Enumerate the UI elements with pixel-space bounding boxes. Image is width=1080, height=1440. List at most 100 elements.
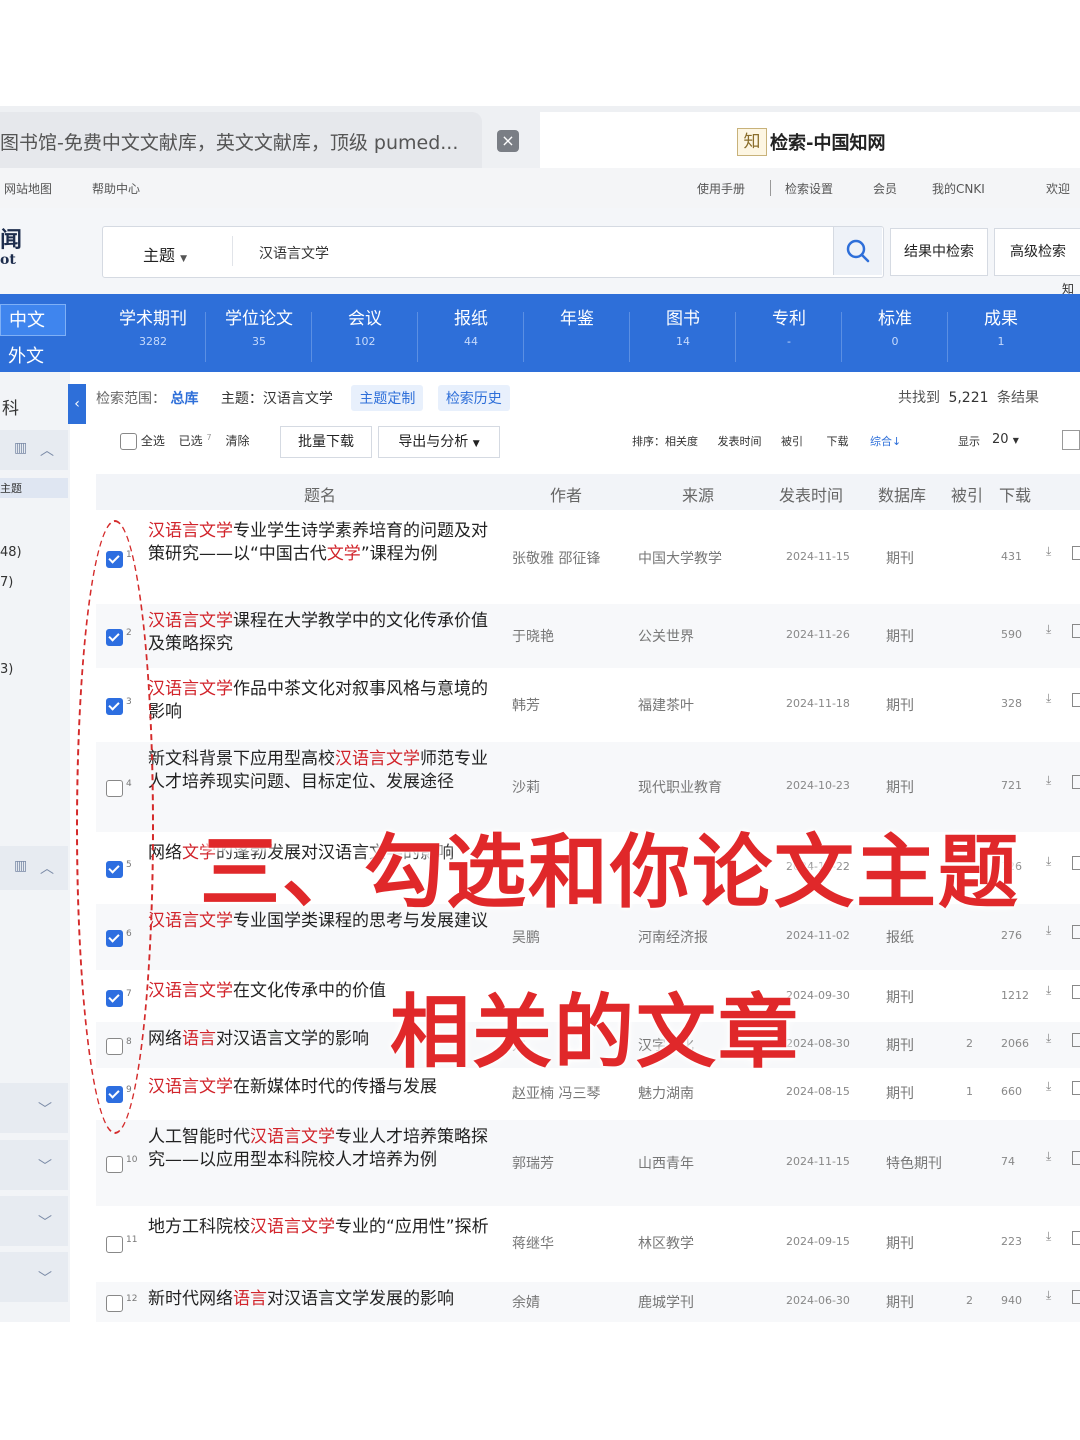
my-cnki-link[interactable]: 我的CNKI bbox=[932, 180, 985, 197]
sidebar-collapse-button[interactable]: ‹ bbox=[68, 384, 86, 424]
table-row[interactable]: 10 人工智能时代汉语言文学专业人才培养策略探究——以应用型本科院校人才培养为例郭… bbox=[96, 1120, 1080, 1206]
help-center-link[interactable]: 帮助中心 bbox=[92, 180, 140, 197]
author-cell[interactable]: 赵亚楠 冯三琴 bbox=[512, 1083, 600, 1103]
sitemap-link[interactable]: 网站地图 bbox=[4, 180, 52, 197]
sort-cited[interactable]: 被引 bbox=[781, 435, 803, 448]
author-cell[interactable]: 张敬雅 邵征锋 bbox=[512, 548, 600, 568]
author-cell[interactable]: 蒋继华 bbox=[512, 1233, 554, 1253]
clear-button[interactable]: 清除 bbox=[225, 434, 249, 448]
sidebar-collapsed-section[interactable]: ﹀ bbox=[0, 1083, 68, 1133]
download-icon[interactable]: ⤓ bbox=[1046, 544, 1058, 558]
sort-combined[interactable]: 综合 bbox=[870, 435, 892, 448]
search-input[interactable]: 汉语言文学 bbox=[259, 243, 329, 263]
nav-theses[interactable]: 学位论文 35 bbox=[209, 304, 309, 348]
batch-download-button[interactable]: 批量下载 bbox=[280, 426, 372, 458]
nav-yearbooks[interactable]: 年鉴 bbox=[527, 304, 627, 335]
read-online-icon[interactable] bbox=[1072, 856, 1080, 870]
sidebar-collapsed-section[interactable]: ﹀ bbox=[0, 1140, 68, 1190]
export-analyze-button[interactable]: 导出与分析 ▼ bbox=[378, 426, 500, 458]
sidebar-collapsed-section[interactable]: ﹀ bbox=[0, 1252, 68, 1302]
table-row[interactable]: 2 汉语言文学课程在大学教学中的文化传承价值及策略探究 于晓艳 公关世界 2024-11… bbox=[96, 604, 1080, 668]
search-in-results-button[interactable]: 结果中检索 bbox=[890, 228, 988, 276]
source-cell[interactable]: 公关世界 bbox=[638, 626, 694, 646]
source-cell[interactable]: 魅力湖南 bbox=[638, 1083, 694, 1103]
checkbox[interactable] bbox=[106, 1295, 123, 1312]
row-checkbox[interactable] bbox=[106, 1234, 123, 1253]
row-checkbox[interactable] bbox=[106, 1293, 123, 1312]
read-online-icon[interactable] bbox=[1072, 693, 1080, 707]
checkbox[interactable] bbox=[106, 1236, 123, 1253]
col-downloads[interactable]: 下载 bbox=[999, 482, 1031, 506]
article-title-link[interactable]: 汉语言文学专业学生诗学素养培育的问题及对策研究——以“中国古代文学”课程为例 bbox=[148, 520, 500, 566]
article-title-link[interactable]: 地方工科院校汉语言文学专业的“应用性”探析 bbox=[148, 1216, 500, 1239]
download-icon[interactable]: ⤓ bbox=[1046, 923, 1058, 937]
read-online-icon[interactable] bbox=[1072, 1231, 1080, 1245]
download-icon[interactable]: ⤓ bbox=[1046, 1031, 1058, 1045]
sort-download[interactable]: 下载 bbox=[827, 435, 849, 448]
nav-newspapers[interactable]: 报纸 44 bbox=[421, 304, 521, 348]
read-online-icon[interactable] bbox=[1072, 1290, 1080, 1304]
author-cell[interactable]: 郭瑞芳 bbox=[512, 1153, 554, 1173]
author-cell[interactable]: 吴鹏 bbox=[512, 927, 540, 947]
sidebar-collapsed-section[interactable]: ﹀ bbox=[0, 1196, 68, 1246]
sidebar-section-header[interactable]: ▥ ︿ bbox=[0, 430, 68, 470]
article-title-link[interactable]: 汉语言文学作品中茶文化对叙事风格与意境的影响 bbox=[148, 678, 500, 724]
row-checkbox[interactable] bbox=[106, 1154, 123, 1173]
source-cell[interactable]: 鹿城学刊 bbox=[638, 1292, 694, 1312]
lang-foreign-tab[interactable]: 外文 bbox=[0, 342, 66, 372]
select-all-checkbox[interactable] bbox=[120, 433, 137, 450]
nav-standards[interactable]: 标准 0 bbox=[845, 304, 945, 348]
read-online-icon[interactable] bbox=[1072, 1081, 1080, 1095]
article-title-link[interactable]: 新文科背景下应用型高校汉语言文学师范专业人才培养现实问题、目标定位、发展途径 bbox=[148, 748, 500, 794]
checkbox[interactable] bbox=[106, 1156, 123, 1173]
download-icon[interactable]: ⤓ bbox=[1046, 1229, 1058, 1243]
lang-chinese-tab[interactable]: 中文 bbox=[0, 304, 66, 336]
search-field-select[interactable]: 主题 ▼ bbox=[143, 242, 187, 266]
topic-custom-button[interactable]: 主题定制 bbox=[351, 385, 424, 411]
nav-patents[interactable]: 专利 - bbox=[739, 304, 839, 348]
read-online-icon[interactable] bbox=[1072, 775, 1080, 789]
sort-relevance[interactable]: 相关度 bbox=[665, 435, 698, 448]
author-cell[interactable]: 余婧 bbox=[512, 1292, 540, 1312]
article-title-link[interactable]: 汉语言文学课程在大学教学中的文化传承价值及策略探究 bbox=[148, 610, 500, 656]
col-cited[interactable]: 被引 bbox=[951, 482, 983, 506]
search-settings-link[interactable]: 检索设置 bbox=[785, 180, 833, 197]
download-icon[interactable]: ⤓ bbox=[1046, 1079, 1058, 1093]
download-icon[interactable]: ⤓ bbox=[1046, 773, 1058, 787]
user-manual-link[interactable]: 使用手册 bbox=[697, 180, 745, 197]
source-cell[interactable]: 福建茶叶 bbox=[638, 695, 694, 715]
read-online-icon[interactable] bbox=[1072, 546, 1080, 560]
table-row[interactable]: 12 新时代网络语言对汉语言文学发展的影响 余婧 鹿城学刊 2024-06-30 期刊 2 9… bbox=[96, 1282, 1080, 1322]
source-cell[interactable]: 中国大学教学 bbox=[638, 548, 722, 568]
sidebar-tab-topic[interactable]: 主题 bbox=[0, 478, 68, 498]
table-row[interactable]: 1 汉语言文学专业学生诗学素养培育的问题及对策研究——以“中国古代文学”课程为例张… bbox=[96, 514, 1080, 602]
author-cell[interactable]: 于晓艳 bbox=[512, 626, 554, 646]
source-cell[interactable]: 河南经济报 bbox=[638, 927, 708, 947]
source-cell[interactable]: 山西青年 bbox=[638, 1153, 694, 1173]
download-icon[interactable]: ⤓ bbox=[1046, 622, 1058, 636]
read-online-icon[interactable] bbox=[1072, 985, 1080, 999]
author-cell[interactable]: 沙莉 bbox=[512, 777, 540, 797]
sort-date[interactable]: 发表时间 bbox=[718, 435, 762, 448]
author-cell[interactable]: 韩芳 bbox=[512, 695, 540, 715]
read-online-icon[interactable] bbox=[1072, 1151, 1080, 1165]
close-icon[interactable]: × bbox=[497, 130, 519, 152]
member-link[interactable]: 会员 bbox=[873, 180, 897, 197]
source-cell[interactable]: 现代职业教育 bbox=[638, 777, 722, 797]
download-icon[interactable]: ⤓ bbox=[1046, 691, 1058, 705]
download-icon[interactable]: ⤓ bbox=[1046, 1149, 1058, 1163]
read-online-icon[interactable] bbox=[1072, 925, 1080, 939]
article-title-link[interactable]: 新时代网络语言对汉语言文学发展的影响 bbox=[148, 1288, 500, 1311]
nav-conferences[interactable]: 会议 102 bbox=[315, 304, 415, 348]
download-icon[interactable]: ⤓ bbox=[1046, 983, 1058, 997]
download-icon[interactable]: ⤓ bbox=[1046, 854, 1058, 868]
nav-journals[interactable]: 学术期刊 3282 bbox=[103, 304, 203, 348]
search-button[interactable] bbox=[833, 227, 882, 275]
page-size-select[interactable]: 20 ▼ bbox=[992, 428, 1038, 452]
nav-achievements[interactable]: 成果 1 bbox=[951, 304, 1051, 348]
sidebar-section-header[interactable]: ▥ ︿ bbox=[0, 846, 68, 890]
read-online-icon[interactable] bbox=[1072, 1033, 1080, 1047]
download-icon[interactable]: ⤓ bbox=[1046, 1288, 1058, 1302]
source-cell[interactable]: 林区教学 bbox=[638, 1233, 694, 1253]
nav-books[interactable]: 图书 14 bbox=[633, 304, 733, 348]
